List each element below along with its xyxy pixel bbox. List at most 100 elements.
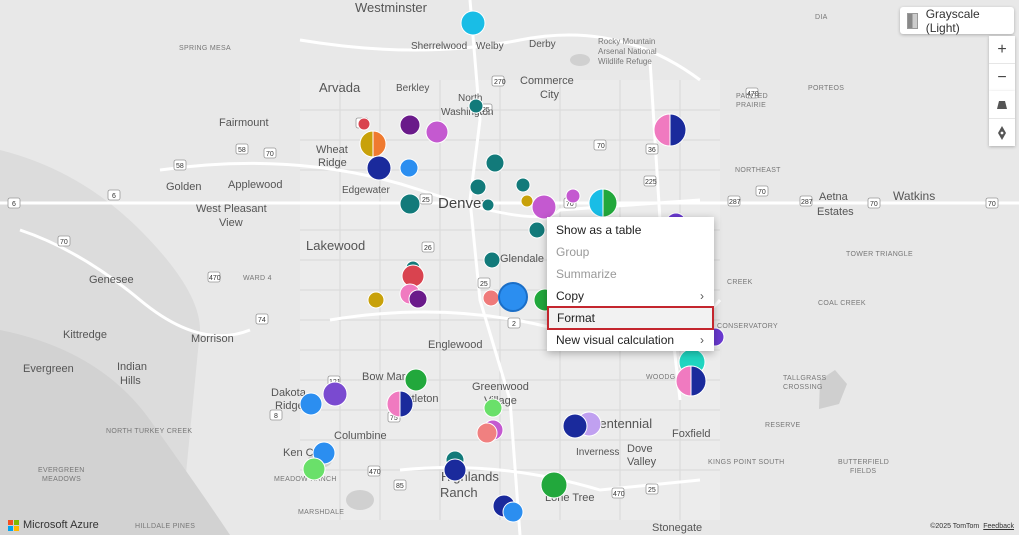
map-bubble[interactable]: [476, 422, 498, 444]
map-bubble[interactable]: [443, 458, 467, 482]
label-hilldale-pines: HILLDALE PINES: [135, 523, 195, 530]
label-stonegate: Stonegate: [652, 522, 702, 534]
svg-text:25: 25: [648, 487, 656, 494]
menu-item-summarize: Summarize: [547, 263, 714, 285]
map-style-button[interactable]: Grayscale (Light): [900, 6, 1014, 35]
label-reserve: RESERVE: [765, 422, 800, 429]
zoom-out-button[interactable]: −: [989, 64, 1015, 91]
map-attribution: ©2025 TomTom Feedback: [930, 523, 1014, 530]
svg-text:470: 470: [369, 469, 381, 476]
map-bubble[interactable]: [399, 158, 419, 178]
menu-item-new-visual-calculation[interactable]: New visual calculation ›: [547, 329, 714, 351]
map-bubble[interactable]: [481, 198, 495, 212]
map-bubble[interactable]: [515, 177, 531, 193]
map-bubble[interactable]: [322, 381, 348, 407]
map-bubble[interactable]: [302, 457, 326, 481]
map-bubble[interactable]: [425, 120, 449, 144]
map-bubble[interactable]: [408, 289, 428, 309]
label-glendale: Glendale: [500, 253, 544, 265]
microsoft-azure-logo: Microsoft Azure: [8, 519, 99, 531]
map-bubble[interactable]: [469, 178, 487, 196]
svg-text:74: 74: [258, 317, 266, 324]
svg-text:70: 70: [870, 201, 878, 208]
map-canvas[interactable]: 270 25 70 76 58 70 58 6 6 70 470 74 25 2…: [0, 0, 1019, 535]
map-bubble[interactable]: [565, 188, 581, 204]
map-bubble[interactable]: [399, 193, 421, 215]
label-northeast: NORTHEAST: [735, 167, 781, 174]
map-bubble[interactable]: [468, 98, 484, 114]
label-ridge2: Ridge: [275, 400, 304, 412]
label-evergreen-meadows-2: MEADOWS: [42, 476, 81, 483]
map-bubble[interactable]: [498, 282, 528, 312]
menu-item-copy[interactable]: Copy ›: [547, 285, 714, 307]
map-bubble[interactable]: [460, 10, 486, 36]
svg-text:2: 2: [512, 321, 516, 328]
map-bubble[interactable]: [367, 291, 385, 309]
label-crossing: CROSSING: [783, 384, 823, 391]
map-bubble[interactable]: [502, 501, 524, 523]
label-coal-creek: COAL CREEK: [818, 300, 866, 307]
label-upper-creek: CREEK: [727, 279, 753, 286]
map-bubble[interactable]: [482, 289, 500, 307]
menu-item-label: Format: [557, 311, 596, 325]
zoom-in-button[interactable]: +: [989, 36, 1015, 64]
label-hills: Hills: [120, 375, 141, 387]
label-tallgrass: TALLGRASS: [783, 375, 826, 382]
label-butterfield: BUTTERFIELD: [838, 459, 889, 466]
label-prairie: PRAIRIE: [736, 102, 766, 109]
map-style-label: Grayscale (Light): [925, 6, 980, 35]
label-kittredge: Kittredge: [63, 329, 107, 341]
svg-text:270: 270: [494, 79, 506, 86]
menu-item-label: Show as a table: [556, 223, 642, 237]
map-bubble[interactable]: [520, 194, 534, 208]
menu-item-show-as-table[interactable]: Show as a table: [547, 219, 714, 241]
map-bubble[interactable]: [299, 392, 323, 416]
map-bubble[interactable]: [562, 413, 588, 439]
label-wheat: Wheat: [316, 144, 348, 156]
map-bubble[interactable]: [485, 153, 505, 173]
svg-text:25: 25: [480, 281, 488, 288]
svg-text:287: 287: [801, 199, 813, 206]
label-bow-mar: Bow Mar: [362, 371, 406, 383]
svg-text:70: 70: [266, 151, 274, 158]
svg-text:58: 58: [238, 147, 246, 154]
menu-item-format[interactable]: Format: [547, 306, 714, 330]
feedback-link[interactable]: Feedback: [983, 523, 1014, 530]
svg-text:287: 287: [729, 199, 741, 206]
label-north-turkey-creek: NORTH TURKEY CREEK: [106, 428, 192, 435]
compass-button[interactable]: [989, 119, 1015, 146]
map-bubble[interactable]: [404, 368, 428, 392]
zoom-controls: + −: [989, 36, 1015, 91]
microsoft-logo-icon: [8, 519, 19, 531]
label-painted: PAINTED: [736, 93, 768, 100]
label-ward4: WARD 4: [243, 275, 272, 282]
map-bubble[interactable]: [399, 114, 421, 136]
svg-text:70: 70: [988, 201, 996, 208]
label-view: View: [219, 217, 243, 229]
map-bubble[interactable]: [357, 117, 371, 131]
map-bubble[interactable]: [540, 471, 568, 499]
map-bubble[interactable]: [483, 398, 503, 418]
menu-item-group: Group: [547, 241, 714, 263]
map-bubble[interactable]: [401, 264, 425, 288]
label-spring-mesa: SPRING MESA: [179, 45, 231, 52]
map-bubble[interactable]: [483, 251, 501, 269]
map-bubble[interactable]: [531, 194, 557, 220]
svg-text:70: 70: [60, 239, 68, 246]
svg-text:8: 8: [274, 413, 278, 420]
svg-text:58: 58: [176, 163, 184, 170]
svg-text:25: 25: [422, 197, 430, 204]
svg-text:470: 470: [613, 491, 625, 498]
pitch-button[interactable]: [989, 91, 1015, 119]
label-golden: Golden: [166, 181, 201, 193]
map-bubble[interactable]: [366, 155, 392, 181]
label-greenwood: Greenwood: [472, 381, 529, 393]
label-westminster: Westminster: [355, 0, 428, 15]
pitch-icon: [997, 100, 1007, 109]
label-welby: Welby: [476, 41, 504, 52]
svg-text:470: 470: [209, 275, 221, 282]
map-bubble[interactable]: [528, 221, 546, 239]
label-columbine: Columbine: [334, 430, 387, 442]
menu-item-label: Copy: [556, 289, 585, 303]
menu-item-label: Summarize: [556, 267, 617, 281]
